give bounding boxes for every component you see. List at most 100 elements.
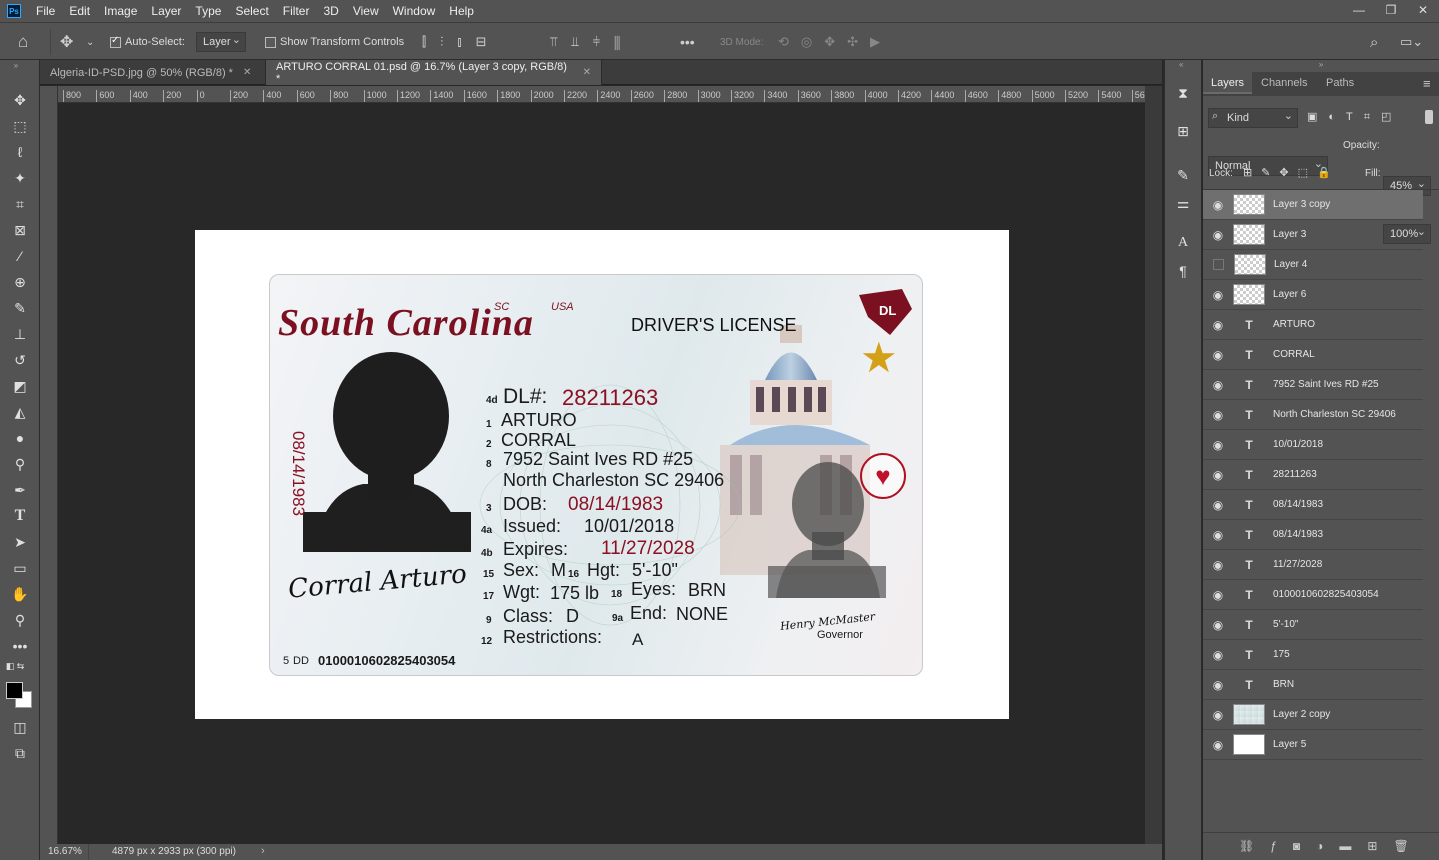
- layer-row[interactable]: ◉ Layer 5: [1203, 730, 1423, 760]
- menu-select[interactable]: Select: [228, 4, 275, 18]
- crop-tool-icon[interactable]: ⌗: [8, 193, 32, 215]
- menu-window[interactable]: Window: [386, 4, 443, 18]
- auto-select-dropdown[interactable]: Layer: [196, 32, 246, 52]
- layer-row[interactable]: ◉ T 7952 Saint Ives RD #25: [1203, 370, 1423, 400]
- brush-tool-icon[interactable]: ✎: [8, 297, 32, 319]
- type-tool-icon[interactable]: T: [8, 505, 32, 527]
- lock-icons[interactable]: ⊞✎✥⬚🔒: [1243, 166, 1340, 179]
- move-tool-icon[interactable]: ✥: [60, 23, 73, 61]
- eye-hidden-icon[interactable]: [1213, 259, 1224, 270]
- document-canvas[interactable]: South Carolina SC USA DRIVER'S LICENSE D…: [195, 230, 1009, 719]
- layer-row[interactable]: ◉ T 10/01/2018: [1203, 430, 1423, 460]
- menu-help[interactable]: Help: [442, 4, 481, 18]
- eye-icon[interactable]: ◉: [1203, 528, 1233, 542]
- menu-file[interactable]: File: [29, 4, 62, 18]
- shape-tool-icon[interactable]: ▭: [8, 557, 32, 579]
- tab-channels[interactable]: Channels: [1253, 72, 1315, 94]
- layer-row[interactable]: ◉ T 0100010602825403054: [1203, 580, 1423, 610]
- layer-row[interactable]: ◉ T BRN: [1203, 670, 1423, 700]
- menu-edit[interactable]: Edit: [62, 4, 97, 18]
- eye-icon[interactable]: ◉: [1203, 648, 1233, 662]
- properties-panel-icon[interactable]: ⊞: [1171, 120, 1195, 142]
- paragraph-panel-icon[interactable]: ¶: [1171, 260, 1195, 282]
- checkbox-checked-icon[interactable]: [110, 35, 121, 48]
- zoom-tool-icon[interactable]: ⚲: [8, 609, 32, 631]
- eye-icon[interactable]: ◉: [1203, 228, 1233, 242]
- path-selection-icon[interactable]: ➤: [8, 531, 32, 553]
- tab-algeria-id[interactable]: Algeria-ID-PSD.jpg @ 50% (RGB/8) * ✕: [40, 60, 266, 85]
- tab-arturo-corral[interactable]: ARTURO CORRAL 01.psd @ 16.7% (Layer 3 co…: [266, 60, 602, 85]
- vertical-scrollbar[interactable]: [1145, 86, 1162, 844]
- menu-layer[interactable]: Layer: [144, 4, 188, 18]
- chevron-right-icon[interactable]: ›: [261, 845, 265, 857]
- collapse-arrows-icon[interactable]: »: [4, 60, 28, 70]
- close-button[interactable]: ✕: [1407, 0, 1439, 22]
- layer-action-icons[interactable]: ⛓ƒ◙◑▬⊞🗑: [1239, 839, 1425, 853]
- eye-icon[interactable]: ◉: [1203, 438, 1233, 452]
- pen-tool-icon[interactable]: ✒: [8, 479, 32, 501]
- tab-paths[interactable]: Paths: [1318, 72, 1362, 94]
- layer-row[interactable]: ◉ Layer 6: [1203, 280, 1423, 310]
- eye-icon[interactable]: ◉: [1203, 408, 1233, 422]
- restore-button[interactable]: ❐: [1375, 0, 1407, 22]
- more-options-icon[interactable]: •••: [680, 23, 695, 61]
- layer-row[interactable]: ◉ T 08/14/1983: [1203, 490, 1423, 520]
- eye-icon[interactable]: ◉: [1203, 558, 1233, 572]
- history-panel-icon[interactable]: ⧗: [1171, 82, 1195, 104]
- minimize-button[interactable]: —: [1343, 0, 1375, 22]
- photoshop-logo[interactable]: Ps: [7, 4, 21, 18]
- screen-mode-icon[interactable]: ⧉: [8, 742, 32, 764]
- chevron-down-icon[interactable]: ⌄: [86, 23, 94, 61]
- menu-image[interactable]: Image: [97, 4, 144, 18]
- tab-layers[interactable]: Layers: [1203, 72, 1253, 94]
- move-tool-icon[interactable]: ✥: [8, 89, 32, 111]
- layer-row[interactable]: ◉ Layer 3 copy: [1203, 190, 1423, 220]
- auto-select-checkbox[interactable]: Auto-Select:: [110, 23, 185, 61]
- layer-row[interactable]: Layer 4: [1203, 250, 1423, 280]
- eye-icon[interactable]: ◉: [1203, 708, 1233, 722]
- layer-row[interactable]: ◉ T 175: [1203, 640, 1423, 670]
- eye-icon[interactable]: ◉: [1203, 198, 1233, 212]
- more-tools-icon[interactable]: •••: [8, 635, 32, 657]
- collapse-arrows-icon[interactable]: «: [1179, 60, 1183, 69]
- quick-mask-icon[interactable]: ◫: [8, 716, 32, 738]
- panel-menu-icon[interactable]: ≡: [1423, 76, 1431, 91]
- hand-tool-icon[interactable]: ✋: [8, 583, 32, 605]
- marquee-tool-icon[interactable]: ⬚: [8, 115, 32, 137]
- foreground-color-swatch[interactable]: [6, 682, 23, 699]
- layer-row[interactable]: ◉ T 28211263: [1203, 460, 1423, 490]
- magic-wand-tool-icon[interactable]: ✦: [8, 167, 32, 189]
- eye-icon[interactable]: ◉: [1203, 618, 1233, 632]
- eye-icon[interactable]: ◉: [1203, 348, 1233, 362]
- eye-icon[interactable]: ◉: [1203, 318, 1233, 332]
- lasso-tool-icon[interactable]: ℓ: [8, 141, 32, 163]
- eye-icon[interactable]: ◉: [1203, 588, 1233, 602]
- layer-row[interactable]: ◉ T 11/27/2028: [1203, 550, 1423, 580]
- home-icon[interactable]: ⌂: [18, 23, 28, 61]
- adjustments-icon[interactable]: ⚌: [1171, 192, 1195, 214]
- eyedropper-tool-icon[interactable]: ⁄: [8, 245, 32, 267]
- brush-settings-icon[interactable]: ✎: [1171, 164, 1195, 186]
- close-icon[interactable]: ✕: [243, 67, 251, 78]
- distribute-icons[interactable]: ⫪⫫⫩⫼: [550, 23, 634, 61]
- menu-view[interactable]: View: [346, 4, 386, 18]
- eye-icon[interactable]: ◉: [1203, 378, 1233, 392]
- layer-row[interactable]: ◉ T 5'-10": [1203, 610, 1423, 640]
- dodge-tool-icon[interactable]: ⚲: [8, 453, 32, 475]
- eye-icon[interactable]: ◉: [1203, 288, 1233, 302]
- menu-3d[interactable]: 3D: [316, 4, 345, 18]
- menu-type[interactable]: Type: [188, 4, 228, 18]
- filter-kind-dropdown[interactable]: Kind: [1208, 108, 1298, 128]
- layer-row[interactable]: ◉ T CORRAL: [1203, 340, 1423, 370]
- checkbox-unchecked-icon[interactable]: [265, 36, 276, 48]
- align-icons[interactable]: ⫿⫶⫾⊟: [422, 23, 500, 61]
- layer-row[interactable]: ◉ T ARTURO: [1203, 310, 1423, 340]
- blur-tool-icon[interactable]: ●: [8, 427, 32, 449]
- workspace-icon[interactable]: ▭⌄: [1400, 23, 1423, 61]
- healing-brush-icon[interactable]: ⊕: [8, 271, 32, 293]
- 3d-mode-icons[interactable]: ⟲◎✥✣▶: [778, 23, 892, 61]
- eraser-tool-icon[interactable]: ◩: [8, 375, 32, 397]
- eye-icon[interactable]: ◉: [1203, 678, 1233, 692]
- character-panel-icon[interactable]: A: [1171, 232, 1195, 254]
- filter-type-icons[interactable]: ▣◐T⌗◰: [1307, 110, 1402, 124]
